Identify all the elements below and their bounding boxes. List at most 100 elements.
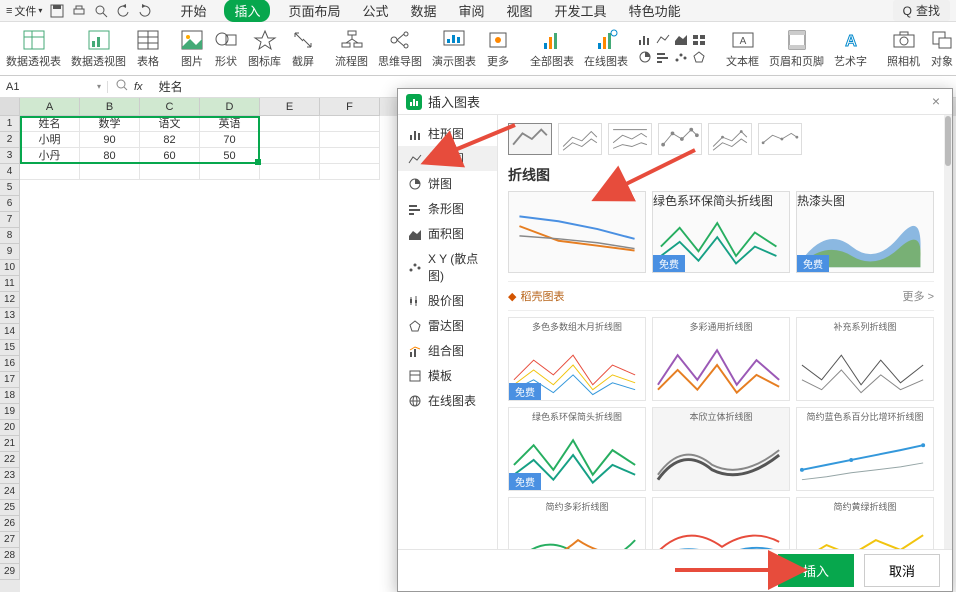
row-header[interactable]: 17 <box>0 372 20 388</box>
row-header[interactable]: 22 <box>0 452 20 468</box>
insert-button[interactable]: 插入 <box>778 554 854 587</box>
row-header[interactable]: 15 <box>0 340 20 356</box>
row-header[interactable]: 12 <box>0 292 20 308</box>
close-button[interactable]: × <box>928 94 944 110</box>
cell[interactable] <box>320 132 380 148</box>
row-header[interactable]: 14 <box>0 324 20 340</box>
preview-default[interactable] <box>508 191 646 273</box>
row-header[interactable]: 7 <box>0 212 20 228</box>
cell[interactable]: 82 <box>140 132 200 148</box>
mini-radar-icon[interactable] <box>692 50 706 64</box>
cell[interactable]: 英语 <box>200 116 260 132</box>
btn-header-footer[interactable]: 页眉和页脚 <box>769 29 824 69</box>
chart-type-template[interactable]: 模板 <box>398 363 497 388</box>
tab-review[interactable]: 审阅 <box>455 0 489 22</box>
cell[interactable]: 小明 <box>20 132 80 148</box>
chart-type-combo[interactable]: 组合图 <box>398 338 497 363</box>
btn-pivot-table[interactable]: 数据透视表 <box>6 29 61 69</box>
chart-type-bar[interactable]: 条形图 <box>398 196 497 221</box>
daoke-item[interactable]: 多彩通用折线图 <box>652 317 790 401</box>
row-header[interactable]: 11 <box>0 276 20 292</box>
daoke-item[interactable]: 本欣立体折线图 <box>652 407 790 491</box>
cell[interactable] <box>80 164 140 180</box>
mini-line-icon[interactable] <box>656 32 670 46</box>
cancel-button[interactable]: 取消 <box>864 554 940 587</box>
fx-label[interactable]: fx <box>134 81 143 93</box>
mini-bar-icon[interactable] <box>656 50 670 64</box>
chart-type-line[interactable]: 折线图 <box>398 146 497 171</box>
row-header[interactable]: 20 <box>0 420 20 436</box>
cell[interactable] <box>260 132 320 148</box>
scrollbar-thumb[interactable] <box>945 116 951 166</box>
cell[interactable] <box>260 148 320 164</box>
redo-icon[interactable] <box>138 4 152 18</box>
daoke-item[interactable]: 补充系列折线图 <box>796 317 934 401</box>
more-link[interactable]: 更多 > <box>903 288 934 304</box>
col-header[interactable]: D <box>200 98 260 116</box>
chart-type-online[interactable]: 在线图表 <box>398 388 497 413</box>
daoke-item[interactable]: 多色多数组木月折线图免费 <box>508 317 646 401</box>
btn-all-charts[interactable]: 全部图表 <box>530 29 574 69</box>
row-header[interactable]: 3 <box>0 148 20 164</box>
daoke-item[interactable]: 简约多彩折线图 <box>508 497 646 549</box>
select-all-corner[interactable] <box>0 98 20 116</box>
btn-shape[interactable]: 形状 <box>214 29 238 69</box>
row-header[interactable]: 16 <box>0 356 20 372</box>
row-header[interactable]: 25 <box>0 500 20 516</box>
cell[interactable]: 小丹 <box>20 148 80 164</box>
btn-camera[interactable]: 照相机 <box>887 29 920 69</box>
btn-object[interactable]: 对象 <box>930 29 954 69</box>
btn-wordart[interactable]: A艺术字 <box>834 29 867 69</box>
cell[interactable]: 数学 <box>80 116 140 132</box>
row-header[interactable]: 29 <box>0 564 20 580</box>
mini-column-icon[interactable] <box>638 32 652 46</box>
subtype-basic-line[interactable] <box>508 123 552 155</box>
tab-special[interactable]: 特色功能 <box>625 0 685 22</box>
btn-more[interactable]: 更多 <box>486 29 510 69</box>
mini-area-icon[interactable] <box>674 32 688 46</box>
cell[interactable] <box>140 164 200 180</box>
cell[interactable]: 90 <box>80 132 140 148</box>
daoke-item[interactable] <box>652 497 790 549</box>
cell[interactable] <box>320 116 380 132</box>
btn-flowchart[interactable]: 流程图 <box>335 29 368 69</box>
save-icon[interactable] <box>50 4 64 18</box>
chart-type-xy[interactable]: X Y (散点图) <box>398 246 497 288</box>
col-header[interactable]: A <box>20 98 80 116</box>
cell[interactable]: 姓名 <box>20 116 80 132</box>
row-header[interactable]: 18 <box>0 388 20 404</box>
print-icon[interactable] <box>72 4 86 18</box>
row-header[interactable]: 8 <box>0 228 20 244</box>
row-header[interactable]: 21 <box>0 436 20 452</box>
row-header[interactable]: 13 <box>0 308 20 324</box>
row-header[interactable]: 26 <box>0 516 20 532</box>
search-icon[interactable] <box>116 79 128 94</box>
undo-icon[interactable] <box>116 4 130 18</box>
cell[interactable] <box>320 148 380 164</box>
preview-icon[interactable] <box>94 4 108 18</box>
btn-demo-chart[interactable]: 演示图表 <box>432 29 476 69</box>
tab-dev[interactable]: 开发工具 <box>551 0 611 22</box>
name-box[interactable]: A1 ▾ <box>0 81 108 93</box>
row-header[interactable]: 2 <box>0 132 20 148</box>
cell[interactable] <box>260 116 320 132</box>
formula-input[interactable]: 姓名 <box>151 78 183 95</box>
subtype-percent-line[interactable] <box>608 123 652 155</box>
row-header[interactable]: 19 <box>0 404 20 420</box>
row-header[interactable]: 1 <box>0 116 20 132</box>
preview-green[interactable]: 绿色系环保简头折线图 免费 <box>652 191 790 273</box>
btn-table[interactable]: 表格 <box>136 29 160 69</box>
chart-type-column[interactable]: 柱形图 <box>398 121 497 146</box>
btn-screenshot[interactable]: 截屏 <box>291 29 315 69</box>
tab-start[interactable]: 开始 <box>176 0 210 22</box>
col-header[interactable]: E <box>260 98 320 116</box>
subtype-stacked-line[interactable] <box>558 123 602 155</box>
chart-type-radar[interactable]: 雷达图 <box>398 313 497 338</box>
subtype-stacked-markers[interactable] <box>708 123 752 155</box>
col-header[interactable]: C <box>140 98 200 116</box>
cell[interactable] <box>20 164 80 180</box>
tab-formula[interactable]: 公式 <box>358 0 392 22</box>
tab-insert[interactable]: 插入 <box>224 0 270 22</box>
col-header[interactable]: F <box>320 98 380 116</box>
btn-icon-lib[interactable]: 图标库 <box>248 29 281 69</box>
